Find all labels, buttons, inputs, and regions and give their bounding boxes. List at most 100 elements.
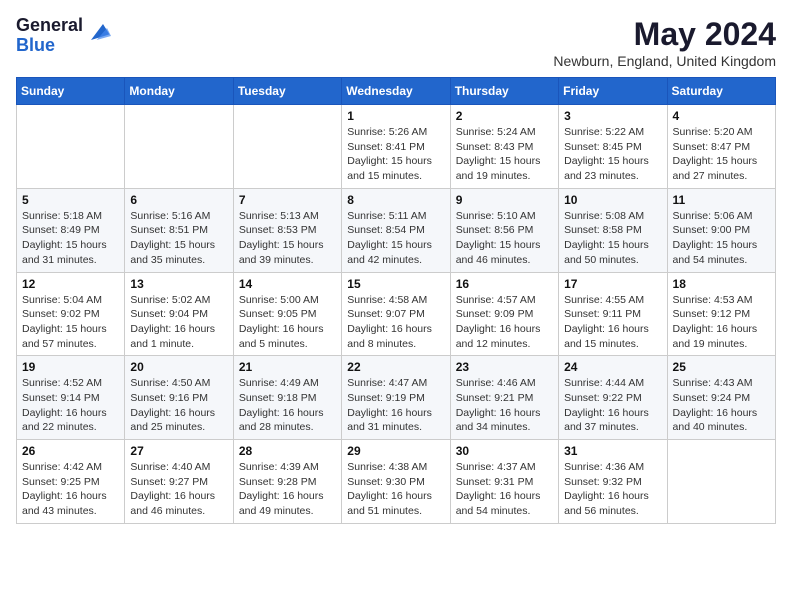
day-number: 15	[347, 277, 444, 291]
day-info: Sunrise: 5:13 AM Sunset: 8:53 PM Dayligh…	[239, 209, 336, 268]
calendar-cell: 8 Sunrise: 5:11 AM Sunset: 8:54 PM Daylig…	[342, 188, 450, 272]
header-monday: Monday	[125, 78, 233, 105]
calendar-cell: 25 Sunrise: 4:43 AM Sunset: 9:24 PM Dayli…	[667, 356, 775, 440]
calendar-cell: 16 Sunrise: 4:57 AM Sunset: 9:09 PM Dayli…	[450, 272, 558, 356]
day-number: 7	[239, 193, 336, 207]
day-number: 8	[347, 193, 444, 207]
day-number: 14	[239, 277, 336, 291]
day-info: Sunrise: 5:26 AM Sunset: 8:41 PM Dayligh…	[347, 125, 444, 184]
day-info: Sunrise: 4:38 AM Sunset: 9:30 PM Dayligh…	[347, 460, 444, 519]
day-info: Sunrise: 5:18 AM Sunset: 8:49 PM Dayligh…	[22, 209, 119, 268]
day-number: 25	[673, 360, 770, 374]
day-info: Sunrise: 4:42 AM Sunset: 9:25 PM Dayligh…	[22, 460, 119, 519]
calendar-cell: 20 Sunrise: 4:50 AM Sunset: 9:16 PM Dayli…	[125, 356, 233, 440]
day-info: Sunrise: 4:57 AM Sunset: 9:09 PM Dayligh…	[456, 293, 553, 352]
location: Newburn, England, United Kingdom	[553, 53, 776, 69]
day-number: 3	[564, 109, 661, 123]
calendar-cell: 18 Sunrise: 4:53 AM Sunset: 9:12 PM Dayli…	[667, 272, 775, 356]
calendar-cell	[667, 440, 775, 524]
calendar-week-5: 26 Sunrise: 4:42 AM Sunset: 9:25 PM Dayli…	[17, 440, 776, 524]
calendar-cell: 28 Sunrise: 4:39 AM Sunset: 9:28 PM Dayli…	[233, 440, 341, 524]
calendar-cell: 19 Sunrise: 4:52 AM Sunset: 9:14 PM Dayli…	[17, 356, 125, 440]
logo-text: General Blue	[16, 16, 83, 56]
day-info: Sunrise: 5:24 AM Sunset: 8:43 PM Dayligh…	[456, 125, 553, 184]
day-info: Sunrise: 5:04 AM Sunset: 9:02 PM Dayligh…	[22, 293, 119, 352]
calendar-cell	[233, 105, 341, 189]
day-info: Sunrise: 4:36 AM Sunset: 9:32 PM Dayligh…	[564, 460, 661, 519]
day-number: 24	[564, 360, 661, 374]
day-info: Sunrise: 4:43 AM Sunset: 9:24 PM Dayligh…	[673, 376, 770, 435]
logo-icon	[87, 20, 111, 44]
day-info: Sunrise: 5:08 AM Sunset: 8:58 PM Dayligh…	[564, 209, 661, 268]
calendar-cell: 2 Sunrise: 5:24 AM Sunset: 8:43 PM Daylig…	[450, 105, 558, 189]
calendar-cell: 4Sunrise: 5:20 AM Sunset: 8:47 PM Daylig…	[667, 105, 775, 189]
day-number: 4	[673, 109, 770, 123]
day-number: 23	[456, 360, 553, 374]
header-saturday: Saturday	[667, 78, 775, 105]
calendar-header: Sunday Monday Tuesday Wednesday Thursday…	[17, 78, 776, 105]
calendar-table: Sunday Monday Tuesday Wednesday Thursday…	[16, 77, 776, 524]
logo-general: General	[16, 16, 83, 36]
day-number: 2	[456, 109, 553, 123]
calendar-cell: 7 Sunrise: 5:13 AM Sunset: 8:53 PM Daylig…	[233, 188, 341, 272]
calendar-cell	[17, 105, 125, 189]
day-info: Sunrise: 4:47 AM Sunset: 9:19 PM Dayligh…	[347, 376, 444, 435]
day-info: Sunrise: 5:10 AM Sunset: 8:56 PM Dayligh…	[456, 209, 553, 268]
day-info: Sunrise: 4:50 AM Sunset: 9:16 PM Dayligh…	[130, 376, 227, 435]
day-number: 26	[22, 444, 119, 458]
calendar-body: 1 Sunrise: 5:26 AM Sunset: 8:41 PM Daylig…	[17, 105, 776, 524]
day-number: 16	[456, 277, 553, 291]
day-number: 20	[130, 360, 227, 374]
title-section: May 2024 Newburn, England, United Kingdo…	[553, 16, 776, 69]
month-title: May 2024	[553, 16, 776, 53]
calendar-cell: 11 Sunrise: 5:06 AM Sunset: 9:00 PM Dayli…	[667, 188, 775, 272]
calendar-cell: 24 Sunrise: 4:44 AM Sunset: 9:22 PM Dayli…	[559, 356, 667, 440]
day-info: Sunrise: 5:06 AM Sunset: 9:00 PM Dayligh…	[673, 209, 770, 268]
calendar-cell: 29 Sunrise: 4:38 AM Sunset: 9:30 PM Dayli…	[342, 440, 450, 524]
day-number: 5	[22, 193, 119, 207]
header-row: Sunday Monday Tuesday Wednesday Thursday…	[17, 78, 776, 105]
day-number: 27	[130, 444, 227, 458]
day-info: Sunrise: 5:11 AM Sunset: 8:54 PM Dayligh…	[347, 209, 444, 268]
day-info: Sunrise: 5:02 AM Sunset: 9:04 PM Dayligh…	[130, 293, 227, 352]
day-info: Sunrise: 5:16 AM Sunset: 8:51 PM Dayligh…	[130, 209, 227, 268]
day-info: Sunrise: 4:58 AM Sunset: 9:07 PM Dayligh…	[347, 293, 444, 352]
day-info: Sunrise: 5:00 AM Sunset: 9:05 PM Dayligh…	[239, 293, 336, 352]
calendar-cell	[125, 105, 233, 189]
day-info: Sunrise: 4:52 AM Sunset: 9:14 PM Dayligh…	[22, 376, 119, 435]
day-info: Sunrise: 4:40 AM Sunset: 9:27 PM Dayligh…	[130, 460, 227, 519]
calendar-cell: 5 Sunrise: 5:18 AM Sunset: 8:49 PM Daylig…	[17, 188, 125, 272]
day-number: 18	[673, 277, 770, 291]
day-number: 19	[22, 360, 119, 374]
calendar-cell: 22 Sunrise: 4:47 AM Sunset: 9:19 PM Dayli…	[342, 356, 450, 440]
calendar-cell: 14 Sunrise: 5:00 AM Sunset: 9:05 PM Dayli…	[233, 272, 341, 356]
calendar-cell: 27 Sunrise: 4:40 AM Sunset: 9:27 PM Dayli…	[125, 440, 233, 524]
day-number: 22	[347, 360, 444, 374]
calendar-cell: 15 Sunrise: 4:58 AM Sunset: 9:07 PM Dayli…	[342, 272, 450, 356]
calendar-cell: 23Sunrise: 4:46 AM Sunset: 9:21 PM Dayli…	[450, 356, 558, 440]
day-number: 6	[130, 193, 227, 207]
header-friday: Friday	[559, 78, 667, 105]
day-info: Sunrise: 4:44 AM Sunset: 9:22 PM Dayligh…	[564, 376, 661, 435]
day-number: 17	[564, 277, 661, 291]
day-number: 21	[239, 360, 336, 374]
header-sunday: Sunday	[17, 78, 125, 105]
calendar-week-1: 1 Sunrise: 5:26 AM Sunset: 8:41 PM Daylig…	[17, 105, 776, 189]
day-info: Sunrise: 4:55 AM Sunset: 9:11 PM Dayligh…	[564, 293, 661, 352]
day-number: 13	[130, 277, 227, 291]
calendar-cell: 31Sunrise: 4:36 AM Sunset: 9:32 PM Dayli…	[559, 440, 667, 524]
header-tuesday: Tuesday	[233, 78, 341, 105]
logo: General Blue	[16, 16, 111, 56]
page-header: General Blue May 2024 Newburn, England, …	[16, 16, 776, 69]
calendar-cell: 9Sunrise: 5:10 AM Sunset: 8:56 PM Daylig…	[450, 188, 558, 272]
calendar-cell: 30Sunrise: 4:37 AM Sunset: 9:31 PM Dayli…	[450, 440, 558, 524]
day-number: 29	[347, 444, 444, 458]
calendar-cell: 13 Sunrise: 5:02 AM Sunset: 9:04 PM Dayli…	[125, 272, 233, 356]
header-thursday: Thursday	[450, 78, 558, 105]
day-number: 1	[347, 109, 444, 123]
calendar-week-3: 12Sunrise: 5:04 AM Sunset: 9:02 PM Dayli…	[17, 272, 776, 356]
day-number: 11	[673, 193, 770, 207]
day-info: Sunrise: 4:53 AM Sunset: 9:12 PM Dayligh…	[673, 293, 770, 352]
day-number: 28	[239, 444, 336, 458]
day-info: Sunrise: 4:39 AM Sunset: 9:28 PM Dayligh…	[239, 460, 336, 519]
